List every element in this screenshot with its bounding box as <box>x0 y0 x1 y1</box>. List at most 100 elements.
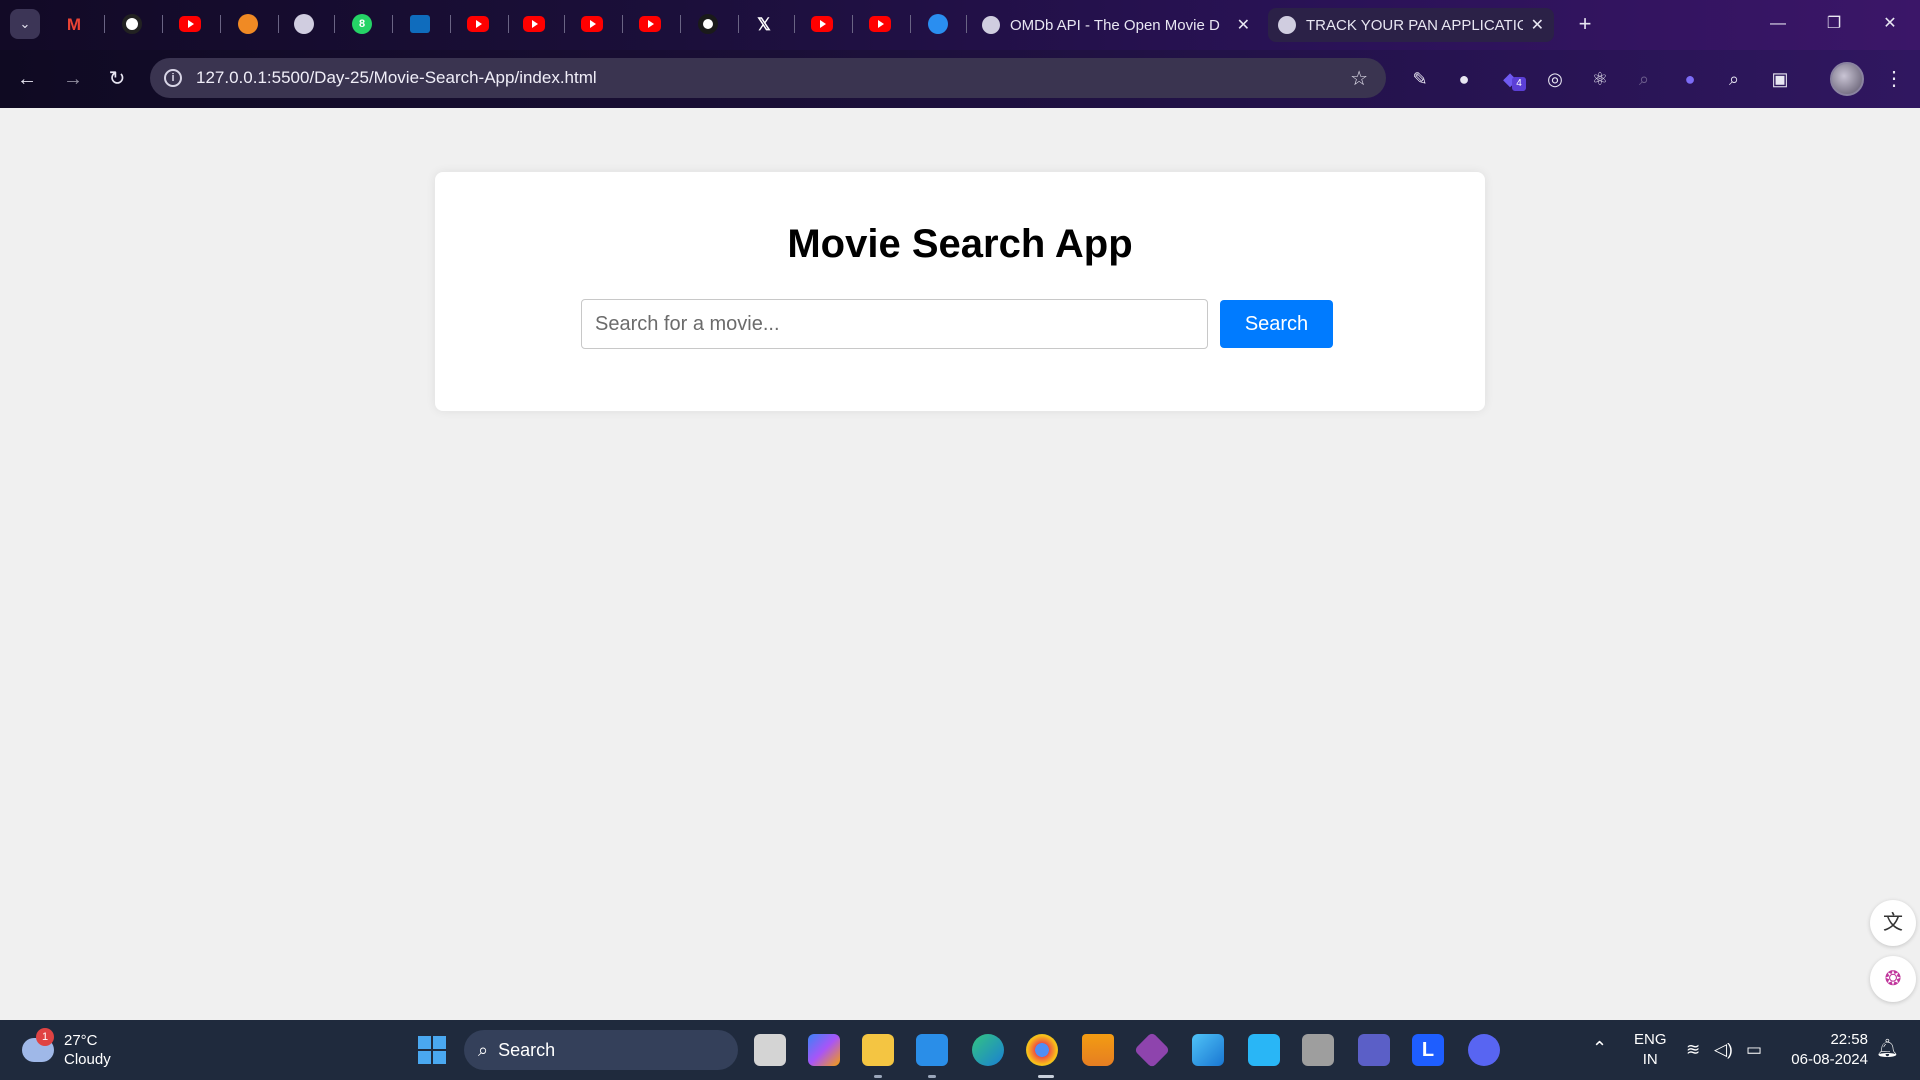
pinned-tab-x[interactable]: 𝕏 <box>752 12 776 36</box>
pinned-tab-youtube[interactable] <box>868 12 892 36</box>
chrome-icon[interactable] <box>1026 1034 1058 1066</box>
tab-omdb[interactable]: OMDb API - The Open Movie D ✕ <box>972 8 1260 42</box>
target-extension-icon[interactable]: ◎ <box>1543 67 1567 91</box>
pinned-tab-youtube[interactable] <box>810 12 834 36</box>
tab-search-button[interactable]: ⌄ <box>10 9 40 39</box>
calculator-icon[interactable] <box>1302 1034 1334 1066</box>
pinned-tab-youtube[interactable] <box>466 12 490 36</box>
bug-extension-icon[interactable]: ● <box>1452 67 1476 91</box>
task-view-icon[interactable] <box>754 1034 786 1066</box>
whatsapp-icon: 8 <box>352 14 372 34</box>
close-window-button[interactable]: ✕ <box>1878 12 1902 36</box>
taskbar-search-label: Search <box>498 1039 556 1060</box>
notification-badge: 1 <box>36 1028 54 1046</box>
extensions-puzzle-icon[interactable]: ▣ <box>1768 67 1792 91</box>
new-tab-button[interactable]: + <box>1572 12 1598 38</box>
gmail-icon: M <box>66 14 82 34</box>
discord-icon[interactable] <box>1468 1034 1500 1066</box>
pinned-tab-youtube[interactable] <box>522 12 546 36</box>
taskbar-search[interactable]: ⌕ Search <box>464 1030 738 1070</box>
edge-icon[interactable] <box>972 1034 1004 1066</box>
close-tab-icon[interactable]: ✕ <box>1237 15 1250 35</box>
wifi-icon[interactable]: ≋ <box>1686 1040 1700 1060</box>
extension-badge-icon[interactable]: ◆ 4 <box>1498 67 1526 91</box>
tab-separator <box>910 15 911 33</box>
chevron-down-icon: ⌄ <box>19 16 31 31</box>
react-devtools-icon[interactable]: ⚛ <box>1588 67 1612 91</box>
vlc-icon[interactable] <box>1082 1034 1114 1066</box>
cloud-icon: 1 <box>22 1028 54 1062</box>
tab-track-pan[interactable]: TRACK YOUR PAN APPLICATION ✕ <box>1268 8 1554 42</box>
github-icon <box>698 14 718 34</box>
browser-menu-icon[interactable]: ⋮ <box>1884 66 1904 92</box>
outlook-icon <box>410 15 430 33</box>
teams-icon[interactable] <box>1358 1034 1390 1066</box>
youtube-icon <box>523 16 545 32</box>
vscode-icon[interactable] <box>916 1034 948 1066</box>
chevron-up-icon[interactable]: ⌃ <box>1592 1038 1607 1059</box>
search-extension-icon[interactable]: ⌕ <box>1632 67 1656 91</box>
app-icon[interactable] <box>1133 1031 1171 1069</box>
tab-separator <box>966 15 967 33</box>
pinned-tab-youtube[interactable] <box>178 12 202 36</box>
back-button[interactable]: ← <box>14 66 40 92</box>
clock-time: 22:58 <box>1830 1031 1868 1048</box>
drop-extension-icon[interactable]: ● <box>1678 67 1702 91</box>
tab-separator <box>104 15 105 33</box>
close-tab-icon[interactable]: ✕ <box>1531 15 1544 35</box>
forward-button[interactable]: → <box>60 66 86 92</box>
weather-widget[interactable]: 1 27°C Cloudy <box>22 1028 111 1072</box>
pinned-tab-app[interactable] <box>926 12 950 36</box>
globe-icon <box>294 14 314 34</box>
tab-separator <box>392 15 393 33</box>
eyedropper-extension-icon[interactable]: ✎ <box>1408 67 1432 91</box>
app-l-icon[interactable]: L <box>1412 1034 1444 1066</box>
remote-desktop-icon[interactable] <box>1248 1034 1280 1066</box>
pinned-tab-github[interactable] <box>696 12 720 36</box>
tab-separator <box>738 15 739 33</box>
minimize-button[interactable]: — <box>1766 12 1790 36</box>
start-button[interactable] <box>418 1036 446 1064</box>
tab-separator <box>794 15 795 33</box>
site-info-icon[interactable]: i <box>164 69 182 87</box>
pinned-tab-chatgpt[interactable] <box>120 12 144 36</box>
profile-avatar[interactable] <box>1830 62 1864 96</box>
region-code: IN <box>1642 1051 1658 1068</box>
browser-toolbar: ← → ↻ i 127.0.0.1:5500/Day-25/Movie-Sear… <box>0 50 1920 108</box>
zoom-extension-icon[interactable]: ⌕ <box>1722 67 1746 91</box>
running-indicator <box>928 1075 936 1078</box>
pinned-tab-youtube[interactable] <box>580 12 604 36</box>
restore-button[interactable]: ❐ <box>1822 12 1846 36</box>
active-indicator <box>1038 1075 1054 1078</box>
pinned-tab-gmail[interactable]: M <box>62 12 86 36</box>
app-icon <box>238 14 258 34</box>
app-container: Movie Search App Search <box>435 172 1485 411</box>
language-indicator[interactable]: ENG IN <box>1634 1030 1667 1070</box>
youtube-icon <box>869 16 891 32</box>
address-bar[interactable]: i 127.0.0.1:5500/Day-25/Movie-Search-App… <box>150 58 1386 98</box>
pinned-tab-whatsapp[interactable]: 8 <box>350 12 374 36</box>
movie-search-input[interactable] <box>581 299 1208 349</box>
reload-button[interactable]: ↻ <box>104 66 130 92</box>
bookmark-star-icon[interactable]: ☆ <box>1350 66 1368 91</box>
pinned-tab-app[interactable] <box>236 12 260 36</box>
pinned-tab-youtube[interactable] <box>638 12 662 36</box>
search-icon: ⌕ <box>478 1039 489 1060</box>
pinned-tab-web[interactable] <box>292 12 316 36</box>
search-button[interactable]: Search <box>1220 300 1333 348</box>
volume-icon[interactable]: ◁) <box>1714 1040 1733 1060</box>
notification-bell-icon[interactable]: 🔔︎ <box>1876 1038 1899 1059</box>
translate-icon[interactable]: 文 <box>1870 900 1916 946</box>
brain-extension-icon[interactable]: ❂ <box>1870 956 1916 1002</box>
clock[interactable]: 22:58 06-08-2024 <box>1784 1030 1868 1070</box>
copilot-icon[interactable] <box>808 1034 840 1066</box>
file-explorer-icon[interactable] <box>862 1034 894 1066</box>
photos-icon[interactable] <box>1192 1034 1224 1066</box>
tab-title: TRACK YOUR PAN APPLICATION <box>1306 16 1523 34</box>
tab-separator <box>564 15 565 33</box>
url-text[interactable]: 127.0.0.1:5500/Day-25/Movie-Search-App/i… <box>196 68 1350 88</box>
pinned-tab-outlook[interactable] <box>408 12 432 36</box>
youtube-icon <box>467 16 489 32</box>
tab-separator <box>508 15 509 33</box>
battery-icon[interactable]: ▭ <box>1746 1040 1762 1060</box>
